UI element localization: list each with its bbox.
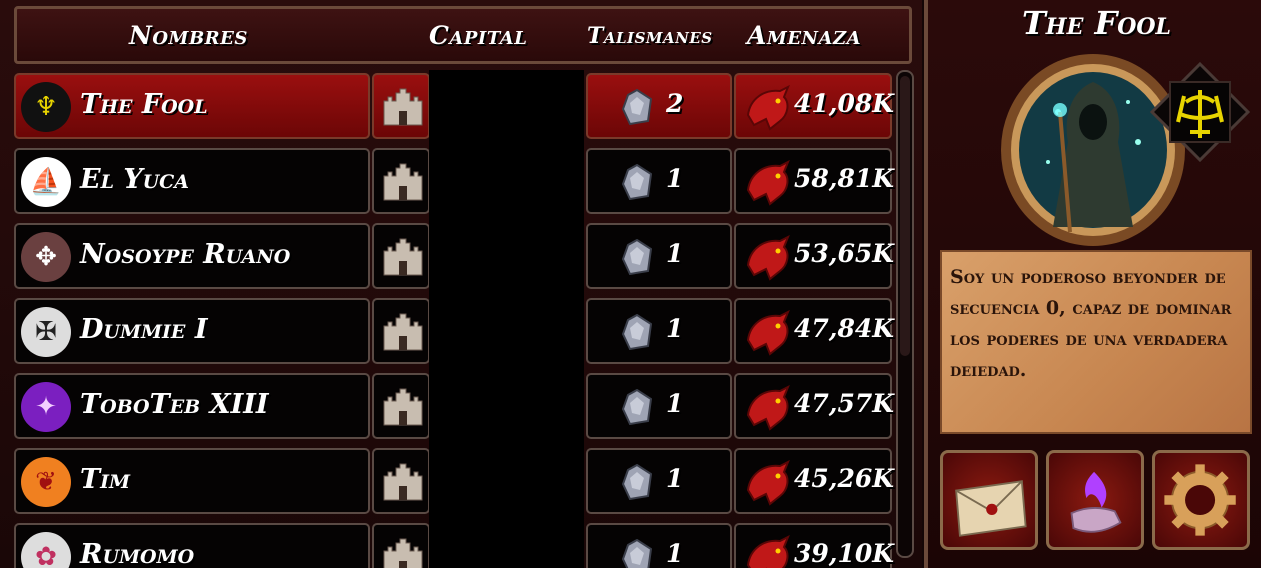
talisman-count: 1 [666, 389, 684, 418]
talisman-cell: 1 [586, 448, 732, 514]
castle-icon [383, 163, 423, 201]
header-threat: Amenaza [747, 21, 862, 50]
red-dragon-icon [746, 460, 790, 506]
red-dragon-icon [746, 235, 790, 281]
talisman-cell: 1 [586, 298, 732, 364]
purple-flame-hand-icon [1070, 471, 1122, 533]
player-name-cell[interactable]: ❦ Tim [14, 448, 370, 514]
capital-cell[interactable] [372, 523, 430, 568]
capital-cell[interactable] [372, 373, 430, 439]
talisman-cell: 2 [586, 73, 732, 139]
player-description-scroll: Soy un poderoso beyonder de secuencia 0,… [940, 250, 1252, 434]
red-dragon-icon [746, 85, 790, 131]
threat-value: 53,65K [794, 239, 895, 268]
player-description: Soy un poderoso beyonder de secuencia 0,… [950, 266, 1232, 381]
capital-cell[interactable] [372, 448, 430, 514]
yellow-crest-icon [1150, 62, 1250, 162]
header-talismans: Talismanes [587, 23, 713, 49]
player-name: Tim [80, 464, 131, 495]
talisman-count: 2 [666, 89, 684, 118]
player-title: The Fool [1021, 4, 1172, 42]
black-eagle-shield-icon: ✠ [21, 307, 71, 357]
castle-icon [383, 463, 423, 501]
talisman-count: 1 [666, 239, 684, 268]
yellow-crest-icon: ♆ [21, 82, 71, 132]
capital-cell[interactable] [372, 298, 430, 364]
red-dragon-icon [746, 535, 790, 568]
player-name-cell[interactable]: ✠ Dummie I [14, 298, 370, 364]
player-name-cell[interactable]: ⛵ El Yuca [14, 148, 370, 214]
threat-value: 47,57K [794, 389, 895, 418]
threat-cell: 58,81K [734, 148, 895, 214]
threat-cell: 47,84K [734, 298, 895, 364]
player-detail-panel: The Fool Soy un poderoso beyonder de sec… [924, 0, 1261, 568]
capital-cell[interactable] [372, 148, 430, 214]
castle-icon [383, 538, 423, 568]
gear-icon [1164, 464, 1236, 536]
capital-cell[interactable] [372, 73, 430, 139]
empty-column [429, 70, 584, 568]
player-name-cell[interactable]: ✦ ToboTeb XIII [14, 373, 370, 439]
red-dragon-icon [746, 310, 790, 356]
talisman-gem-icon [622, 314, 652, 350]
talisman-count: 1 [666, 539, 684, 568]
talisman-gem-icon [622, 464, 652, 500]
threat-cell: 53,65K [734, 223, 895, 289]
talisman-cell: 1 [586, 223, 732, 289]
castle-icon [383, 238, 423, 276]
talisman-gem-icon [622, 89, 652, 125]
settings-button[interactable] [1152, 450, 1250, 550]
player-name-cell[interactable]: ♆ The Fool [14, 73, 370, 139]
player-name: Nosoype Ruano [80, 239, 291, 270]
talisman-gem-icon [622, 389, 652, 425]
scroll-thumb[interactable] [900, 76, 910, 356]
griffin-icon: ✥ [21, 232, 71, 282]
talisman-cell: 1 [586, 373, 732, 439]
player-name: Rumomo [80, 539, 195, 568]
talisman-count: 1 [666, 464, 684, 493]
threat-value: 58,81K [794, 164, 895, 193]
castle-icon [383, 88, 423, 126]
player-name-cell[interactable]: ✥ Nosoype Ruano [14, 223, 370, 289]
threat-cell: 39,10K [734, 523, 895, 568]
player-name-cell[interactable]: ✿ Rumomo [14, 523, 370, 568]
orange-dragon-shield-icon: ❦ [21, 457, 71, 507]
castle-icon [383, 313, 423, 351]
talisman-count: 1 [666, 164, 684, 193]
talisman-count: 1 [666, 314, 684, 343]
threat-cell: 41,08K [734, 73, 895, 139]
talisman-gem-icon [622, 239, 652, 275]
threat-cell: 45,26K [734, 448, 895, 514]
threat-value: 45,26K [794, 464, 895, 493]
magic-hand-button[interactable] [1046, 450, 1144, 550]
player-ranking-board: Nombres Capital Talismanes Amenaza ♆ The … [0, 0, 922, 568]
player-name: The Fool [80, 89, 208, 120]
talisman-gem-icon [622, 164, 652, 200]
talisman-gem-icon [622, 539, 652, 568]
red-dragon-icon [746, 160, 790, 206]
threat-value: 47,84K [794, 314, 895, 343]
talisman-cell: 1 [586, 523, 732, 568]
player-name: El Yuca [80, 164, 190, 195]
header-capital: Capital [429, 21, 528, 50]
threat-cell: 47,57K [734, 373, 895, 439]
red-dragon-icon [746, 385, 790, 431]
mail-button[interactable] [940, 450, 1038, 550]
player-name: ToboTeb XIII [80, 389, 269, 420]
talisman-cell: 1 [586, 148, 732, 214]
header-names: Nombres [129, 21, 248, 50]
mail-icon [955, 480, 1027, 537]
player-name: Dummie I [80, 314, 208, 345]
threat-value: 39,10K [794, 539, 895, 568]
table-header: Nombres Capital Talismanes Amenaza [14, 6, 912, 64]
threat-value: 41,08K [794, 89, 895, 118]
castle-icon [383, 388, 423, 426]
pink-shield-icon: ✿ [21, 532, 71, 568]
capital-cell[interactable] [372, 223, 430, 289]
scrollbar[interactable] [896, 70, 914, 558]
purple-dragon-shield-icon: ✦ [21, 382, 71, 432]
blue-ship-cross-icon: ⛵ [21, 157, 71, 207]
